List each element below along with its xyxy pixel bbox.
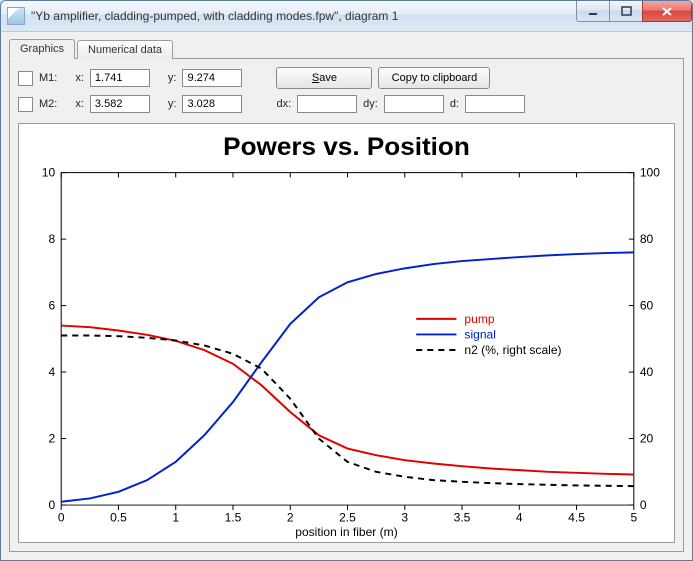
dy-input[interactable]	[384, 95, 444, 113]
series-n2	[61, 336, 634, 487]
maximize-button[interactable]	[609, 1, 642, 22]
window-buttons	[576, 1, 692, 31]
legend-item: pump	[464, 312, 495, 326]
minimize-button[interactable]	[576, 1, 609, 22]
tab-label: Numerical data	[88, 44, 162, 56]
svg-text:3.5: 3.5	[454, 511, 471, 525]
svg-text:6: 6	[48, 299, 55, 313]
svg-text:4: 4	[516, 511, 523, 525]
svg-text:0: 0	[48, 498, 55, 512]
svg-text:4.5: 4.5	[568, 511, 585, 525]
svg-text:2: 2	[48, 432, 55, 446]
m2-checkbox[interactable]	[18, 97, 33, 112]
plot-area[interactable]: Powers vs. Position 0 0.5 1 1.5 2 2.5 3 3.5 4 4.5…	[18, 123, 675, 543]
svg-text:0.5: 0.5	[110, 511, 127, 525]
copy-clipboard-button[interactable]: Copy to clipboard	[378, 67, 490, 89]
svg-text:60: 60	[640, 299, 654, 313]
svg-text:0: 0	[640, 498, 647, 512]
y-label: y:	[168, 72, 177, 84]
m1-x-input[interactable]	[90, 69, 150, 87]
tabstrip: Graphics Numerical data	[9, 36, 684, 58]
legend-item: signal	[464, 328, 496, 342]
dy-label: dy:	[363, 98, 378, 110]
d-input[interactable]	[465, 95, 525, 113]
app-icon	[7, 7, 25, 25]
series-signal	[61, 252, 634, 501]
m1-label: M1:	[39, 72, 57, 84]
svg-text:100: 100	[640, 166, 661, 180]
legend-item: n2 (%, right scale)	[464, 343, 561, 357]
x-axis-label: position in fiber (m)	[295, 525, 398, 539]
maximize-icon	[621, 6, 632, 17]
content-area: Graphics Numerical data M1: x: y:	[1, 32, 692, 560]
dx-label: dx:	[276, 98, 291, 110]
tab-numerical[interactable]: Numerical data	[77, 40, 173, 59]
svg-text:1: 1	[172, 511, 179, 525]
close-button[interactable]	[642, 1, 692, 22]
window-title: "Yb amplifier, cladding-pumped, with cla…	[31, 9, 576, 23]
minimize-icon	[588, 6, 599, 17]
svg-text:20: 20	[640, 432, 654, 446]
svg-text:5: 5	[630, 511, 637, 525]
app-window: "Yb amplifier, cladding-pumped, with cla…	[0, 0, 693, 561]
y-label: y:	[168, 98, 177, 110]
svg-text:80: 80	[640, 232, 654, 246]
d-label: d:	[450, 98, 459, 110]
m1-checkbox[interactable]	[18, 71, 33, 86]
svg-text:1.5: 1.5	[225, 511, 242, 525]
svg-text:2.5: 2.5	[339, 511, 356, 525]
m2-y-input[interactable]	[182, 95, 242, 113]
chart-title: Powers vs. Position	[223, 133, 470, 161]
svg-text:40: 40	[640, 365, 654, 379]
titlebar[interactable]: "Yb amplifier, cladding-pumped, with cla…	[1, 1, 692, 32]
dx-input[interactable]	[297, 95, 357, 113]
svg-text:3: 3	[401, 511, 408, 525]
tabpanel-graphics: M1: x: y: M2: x:	[9, 58, 684, 552]
svg-text:8: 8	[48, 232, 55, 246]
m1-y-input[interactable]	[182, 69, 242, 87]
svg-text:4: 4	[48, 365, 55, 379]
x-label: x:	[75, 72, 84, 84]
svg-text:0: 0	[58, 511, 65, 525]
m2-x-input[interactable]	[90, 95, 150, 113]
svg-text:10: 10	[42, 166, 56, 180]
tab-graphics[interactable]: Graphics	[9, 39, 75, 59]
svg-text:2: 2	[287, 511, 294, 525]
toolbar: M1: x: y: M2: x:	[18, 67, 675, 115]
save-button[interactable]: Save	[276, 67, 372, 89]
m2-label: M2:	[39, 98, 57, 110]
chart-svg: Powers vs. Position 0 0.5 1 1.5 2 2.5 3 3.5 4 4.5…	[19, 124, 674, 542]
tab-label: Graphics	[20, 43, 64, 55]
x-label: x:	[75, 98, 84, 110]
close-icon	[661, 6, 673, 17]
